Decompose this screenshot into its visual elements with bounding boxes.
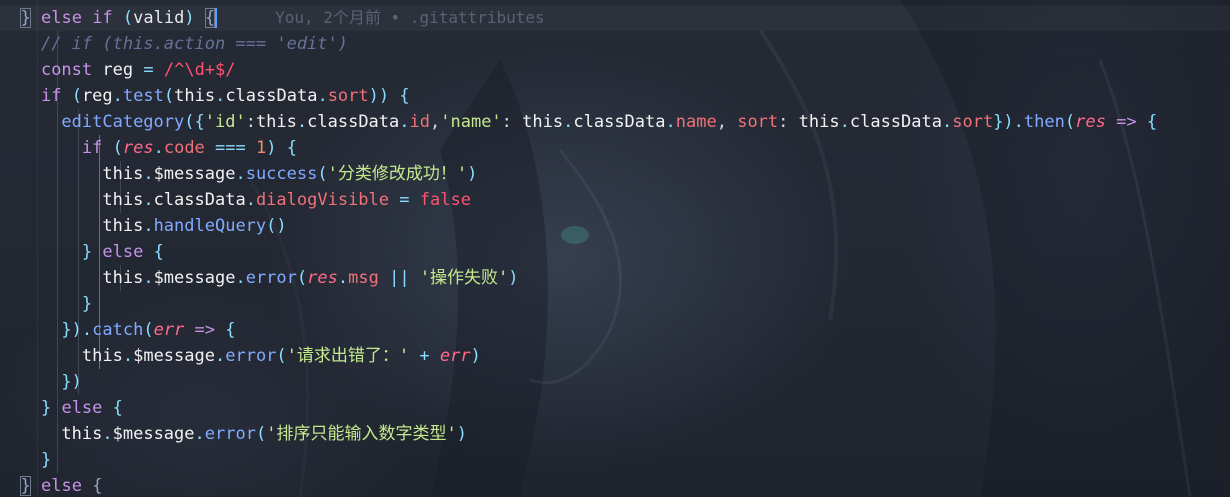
string-literal: '排序只能输入数字类型' — [266, 424, 457, 444]
identifier: valid — [133, 8, 185, 28]
function-name: test — [122, 86, 164, 106]
property: msg — [348, 268, 379, 288]
identifier: this — [102, 268, 144, 288]
identifier: $message — [153, 268, 236, 288]
comment: // if (this.action === 'edit') — [40, 34, 348, 54]
identifier: reg — [102, 60, 134, 80]
code-line[interactable]: const reg = /^\d+$/ — [0, 57, 1230, 83]
code-area[interactable]: } else if (valid) {You, 2个月前 • .gitattri… — [0, 5, 1230, 497]
code-line[interactable]: if (res.code === 1) { — [0, 135, 1230, 161]
identifier: this — [102, 190, 144, 210]
property: name — [675, 112, 717, 132]
identifier: classData — [307, 112, 400, 132]
function-name: error — [225, 346, 277, 366]
function-name: handleQuery — [153, 216, 267, 236]
number-literal: 1 — [256, 138, 267, 158]
code-editor[interactable]: } else if (valid) {You, 2个月前 • .gitattri… — [0, 0, 1230, 497]
text-cursor — [215, 8, 218, 28]
code-line[interactable]: editCategory({'id':this.classData.id,'na… — [0, 109, 1230, 135]
identifier: this — [61, 424, 103, 444]
identifier: this — [102, 164, 144, 184]
regex-literal: /^\d+$/ — [163, 60, 236, 80]
function-name: error — [245, 268, 297, 288]
identifier: classData — [849, 112, 942, 132]
identifier: $message — [112, 424, 195, 444]
code-line[interactable]: this.$message.success('分类修改成功！') — [0, 161, 1230, 187]
code-line[interactable]: } — [0, 291, 1230, 317]
identifier: $message — [153, 164, 236, 184]
identifier: this — [81, 346, 123, 366]
keyword: else — [61, 398, 103, 418]
code-line[interactable]: this.handleQuery() — [0, 213, 1230, 239]
property: sort — [327, 86, 369, 106]
keyword: else — [102, 242, 144, 262]
keyword: if — [92, 8, 113, 28]
property: code — [163, 138, 205, 158]
identifier: this — [102, 216, 144, 236]
code-line[interactable]: }).catch(err => { — [0, 317, 1230, 343]
code-line[interactable]: this.$message.error('请求出错了：' + err) — [0, 343, 1230, 369]
string-literal: 'id' — [204, 112, 246, 132]
parameter: err — [153, 320, 185, 340]
function-name: catch — [92, 320, 144, 340]
identifier: this — [798, 112, 840, 132]
git-blame-annotation: You, 2个月前 • .gitattributes — [275, 8, 545, 27]
parameter: res — [1075, 112, 1106, 132]
code-line[interactable]: // if (this.action === 'edit') — [0, 31, 1230, 57]
identifier: reg — [81, 86, 113, 106]
string-literal: '分类修改成功！' — [327, 164, 468, 184]
keyword: else — [40, 476, 82, 496]
code-line[interactable]: }) — [0, 369, 1230, 395]
property: sort — [737, 112, 779, 132]
code-line[interactable]: this.classData.dialogVisible = false — [0, 187, 1230, 213]
code-line[interactable]: if (reg.test(this.classData.sort)) { — [0, 83, 1230, 109]
function-name: error — [204, 424, 256, 444]
property: id — [409, 112, 430, 132]
boolean-literal: false — [419, 190, 471, 210]
identifier: this — [255, 112, 297, 132]
property: sort — [952, 112, 994, 132]
property: dialogVisible — [255, 190, 389, 210]
keyword: if — [40, 86, 62, 106]
identifier: classData — [225, 86, 318, 106]
identifier: classData — [573, 112, 666, 132]
string-literal: '操作失败' — [419, 268, 509, 288]
keyword: else — [40, 8, 82, 28]
identifier: this — [174, 86, 216, 106]
function-name: then — [1023, 112, 1065, 132]
code-line[interactable]: this.$message.error(res.msg || '操作失败') — [0, 265, 1230, 291]
parameter: res — [307, 268, 338, 288]
code-line[interactable]: this.$message.error('排序只能输入数字类型') — [0, 421, 1230, 447]
code-line[interactable]: } — [0, 447, 1230, 473]
identifier: $message — [133, 346, 215, 366]
function-name: success — [245, 164, 318, 184]
function-name: editCategory — [61, 112, 185, 132]
keyword: const — [40, 60, 93, 80]
string-literal: '请求出错了：' — [286, 346, 410, 366]
identifier: classData — [153, 190, 246, 210]
code-line[interactable]: } else { — [0, 395, 1230, 421]
code-line[interactable]: } else { — [0, 473, 1230, 497]
identifier: this — [522, 112, 564, 132]
code-line[interactable]: } else if (valid) {You, 2个月前 • .gitattri… — [0, 5, 1230, 31]
parameter: err — [439, 346, 471, 366]
string-literal: 'name' — [440, 112, 502, 132]
parameter: res — [122, 138, 154, 158]
keyword: if — [81, 138, 103, 158]
code-line[interactable]: } else { — [0, 239, 1230, 265]
